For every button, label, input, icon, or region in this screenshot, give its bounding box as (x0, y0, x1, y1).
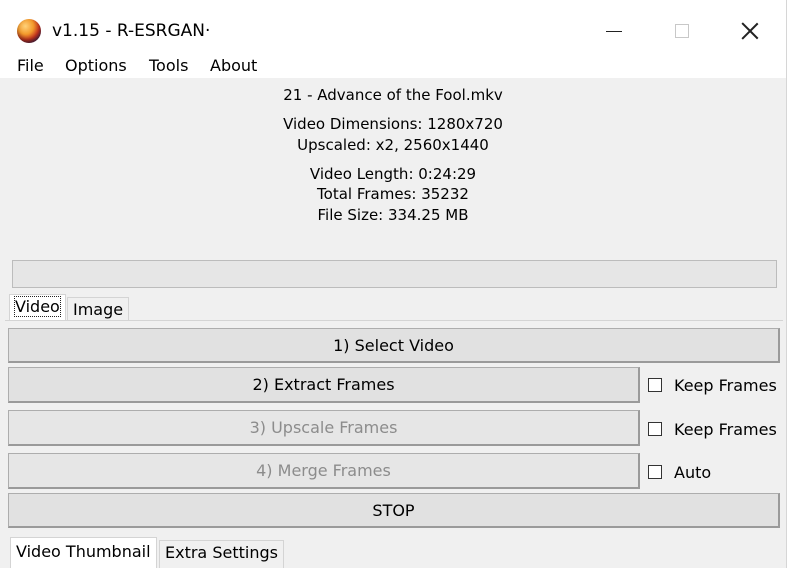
minimize-button[interactable] (586, 10, 642, 52)
tab-video-thumbnail-label: Video Thumbnail (16, 542, 151, 561)
upscaled-dimensions: Upscaled: x2, 2560x1440 (297, 136, 489, 154)
close-icon (741, 22, 759, 40)
video-length: Video Length: 0:24:29 (309, 165, 477, 183)
window-title: v1.15 - R-ESRGAN· (52, 21, 211, 41)
tab-video-thumbnail[interactable]: Video Thumbnail (10, 537, 157, 568)
merge-frames-button[interactable]: 4) Merge Frames (8, 453, 640, 489)
minimize-icon (606, 30, 622, 32)
tab-image-label: Image (73, 300, 124, 319)
title-bar: v1.15 - R-ESRGAN· (0, 0, 786, 56)
stop-button[interactable]: STOP (8, 493, 780, 528)
tab-video[interactable]: Video (9, 294, 66, 320)
checkbox-label: Auto (674, 462, 712, 482)
menu-tools[interactable]: Tools (149, 56, 188, 76)
tab-video-label: Video (14, 296, 61, 317)
file-size: File Size: 334.25 MB (317, 206, 469, 224)
tab-extra-settings-label: Extra Settings (165, 543, 278, 562)
menu-file[interactable]: File (17, 56, 44, 76)
keep-frames-upscale-checkbox[interactable]: Keep Frames (648, 417, 777, 441)
app-window: v1.15 - R-ESRGAN· File Options Tools Abo… (0, 0, 787, 568)
checkbox-box[interactable] (648, 378, 662, 392)
maximize-button[interactable] (654, 10, 710, 52)
video-dimensions: Video Dimensions: 1280x720 (283, 115, 503, 133)
progress-bar (12, 260, 777, 288)
total-frames: Total Frames: 35232 (317, 185, 469, 203)
menu-options[interactable]: Options (65, 56, 127, 76)
tab-extra-settings[interactable]: Extra Settings (159, 540, 284, 568)
menu-about[interactable]: About (210, 56, 257, 76)
maximize-icon (675, 24, 689, 38)
checkbox-box[interactable] (648, 465, 662, 479)
checkbox-label: Keep Frames (674, 375, 777, 395)
checkbox-label: Keep Frames (674, 419, 777, 439)
keep-frames-extract-checkbox[interactable]: Keep Frames (648, 373, 777, 397)
extract-frames-button[interactable]: 2) Extract Frames (8, 367, 640, 403)
app-orb-icon (17, 19, 41, 43)
video-filename: 21 - Advance of the Fool.mkv (283, 86, 503, 104)
checkbox-box[interactable] (648, 422, 662, 436)
select-video-button[interactable]: 1) Select Video (8, 328, 780, 363)
menu-bar: File Options Tools About (0, 54, 786, 78)
close-button[interactable] (722, 10, 778, 52)
upscale-frames-button[interactable]: 3) Upscale Frames (8, 410, 640, 446)
auto-checkbox[interactable]: Auto (648, 460, 711, 484)
tab-image[interactable]: Image (67, 297, 130, 320)
